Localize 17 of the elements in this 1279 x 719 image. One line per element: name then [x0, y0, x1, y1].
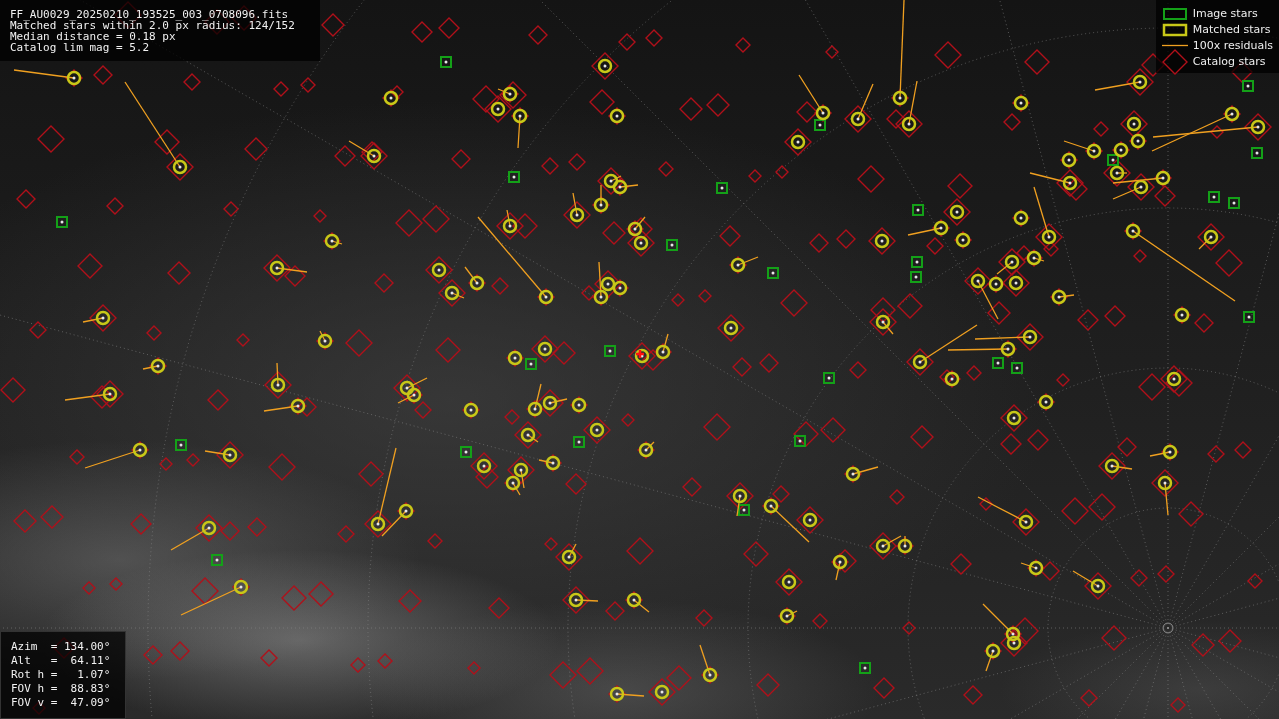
info-text: Matched stars within 2.0 px radius: 124/152 [10, 20, 296, 31]
pointing-text: FOV h = 88.83° [11, 682, 112, 696]
square-marker-icon [1161, 6, 1188, 21]
pointing-text: Alt = 64.11° [11, 654, 112, 668]
legend-label: 100x residuals [1192, 39, 1273, 52]
line-marker-icon [1161, 44, 1188, 47]
legend-label: Catalog stars [1192, 55, 1266, 68]
diamond-marker-icon [1161, 48, 1188, 75]
info-text: Catalog lim mag = 5.2 [10, 42, 151, 53]
pointing-text: Azim = 134.00° [11, 640, 112, 654]
legend-label: Matched stars [1192, 23, 1271, 36]
pointing-text: FOV v = 47.09° [11, 696, 112, 710]
square-marker-icon [1161, 22, 1188, 37]
pointing-text: Rot h = 1.07° [11, 668, 112, 682]
legend-label: Image stars [1192, 7, 1258, 20]
info-text: FF_AU0029_20250210_193525_003_0708096.fits [10, 9, 290, 20]
info-text: Median distance = 0.18 px [10, 31, 176, 42]
